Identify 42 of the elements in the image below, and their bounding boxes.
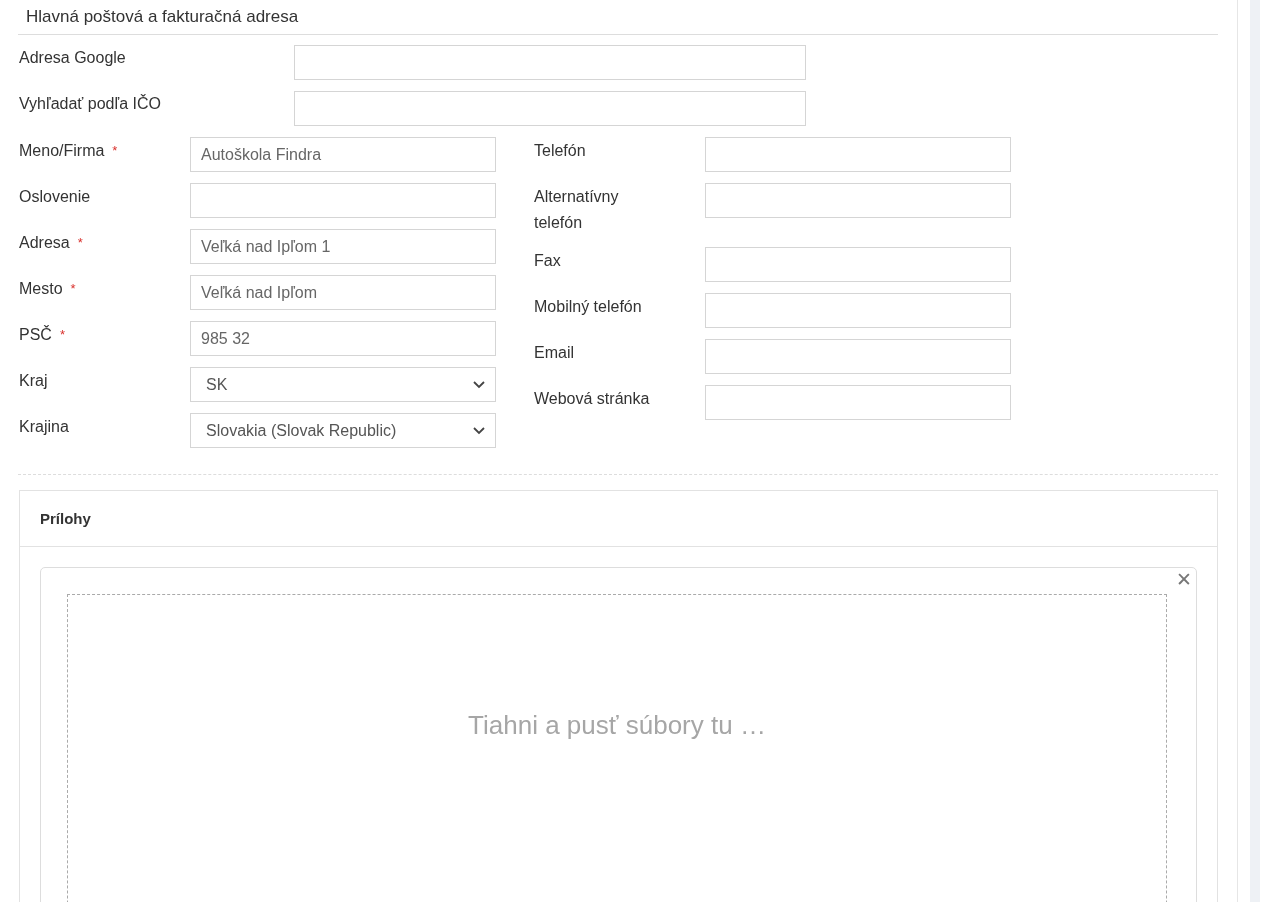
input-field[interactable]: [294, 45, 806, 80]
required-mark: *: [77, 235, 83, 250]
card-title: Prílohy: [20, 491, 1217, 547]
select-field[interactable]: SK: [190, 367, 496, 402]
drop-zone-text: Tiahni a pusť súbory tu …: [468, 710, 766, 741]
field-label: Adresa Google: [18, 48, 127, 68]
input-field[interactable]: 985 32: [190, 321, 496, 356]
input-field[interactable]: [190, 183, 496, 218]
input-field[interactable]: Veľká nad Ipľom: [190, 275, 496, 310]
input-field[interactable]: [705, 385, 1011, 420]
field-label: Mesto *: [18, 279, 77, 299]
field-label: PSČ *: [18, 324, 66, 345]
input-field[interactable]: Veľká nad Ipľom 1: [190, 229, 496, 264]
field-label: Meno/Firma *: [18, 141, 119, 161]
input-field[interactable]: [705, 183, 1011, 218]
field-label: Adresa *: [18, 233, 84, 253]
required-mark: *: [70, 281, 76, 296]
field-label: Telefón: [533, 141, 587, 161]
select-value: SK: [206, 375, 228, 394]
input-field[interactable]: [705, 339, 1011, 374]
input-field[interactable]: Autoškola Findra: [190, 137, 496, 172]
chevron-down-icon: [473, 380, 485, 389]
input-field[interactable]: [705, 293, 1011, 328]
field-label: Webová stránka: [533, 389, 651, 409]
select-value: Slovakia (Slovak Republic): [206, 421, 397, 440]
field-label: Email: [533, 343, 575, 363]
field-label: Vyhľadať podľa IČO: [18, 93, 162, 114]
input-field[interactable]: [705, 247, 1011, 282]
field-label: Mobilný telefón: [533, 297, 643, 317]
field-label: Krajina: [18, 417, 70, 437]
required-mark: *: [112, 143, 118, 158]
chevron-down-icon: [473, 426, 485, 435]
field-label: Oslovenie: [18, 187, 92, 207]
required-mark: *: [59, 327, 65, 342]
section-title: Hlavná poštová a fakturačná adresa: [18, 0, 1218, 35]
field-label: Kraj: [18, 371, 49, 391]
field-label: Fax: [533, 251, 562, 271]
input-field[interactable]: [705, 137, 1011, 172]
input-field[interactable]: [294, 91, 806, 126]
field-label: Alternatívny telefón: [533, 187, 620, 233]
close-button[interactable]: ✕: [1176, 568, 1192, 592]
select-field[interactable]: Slovakia (Slovak Republic): [190, 413, 496, 448]
